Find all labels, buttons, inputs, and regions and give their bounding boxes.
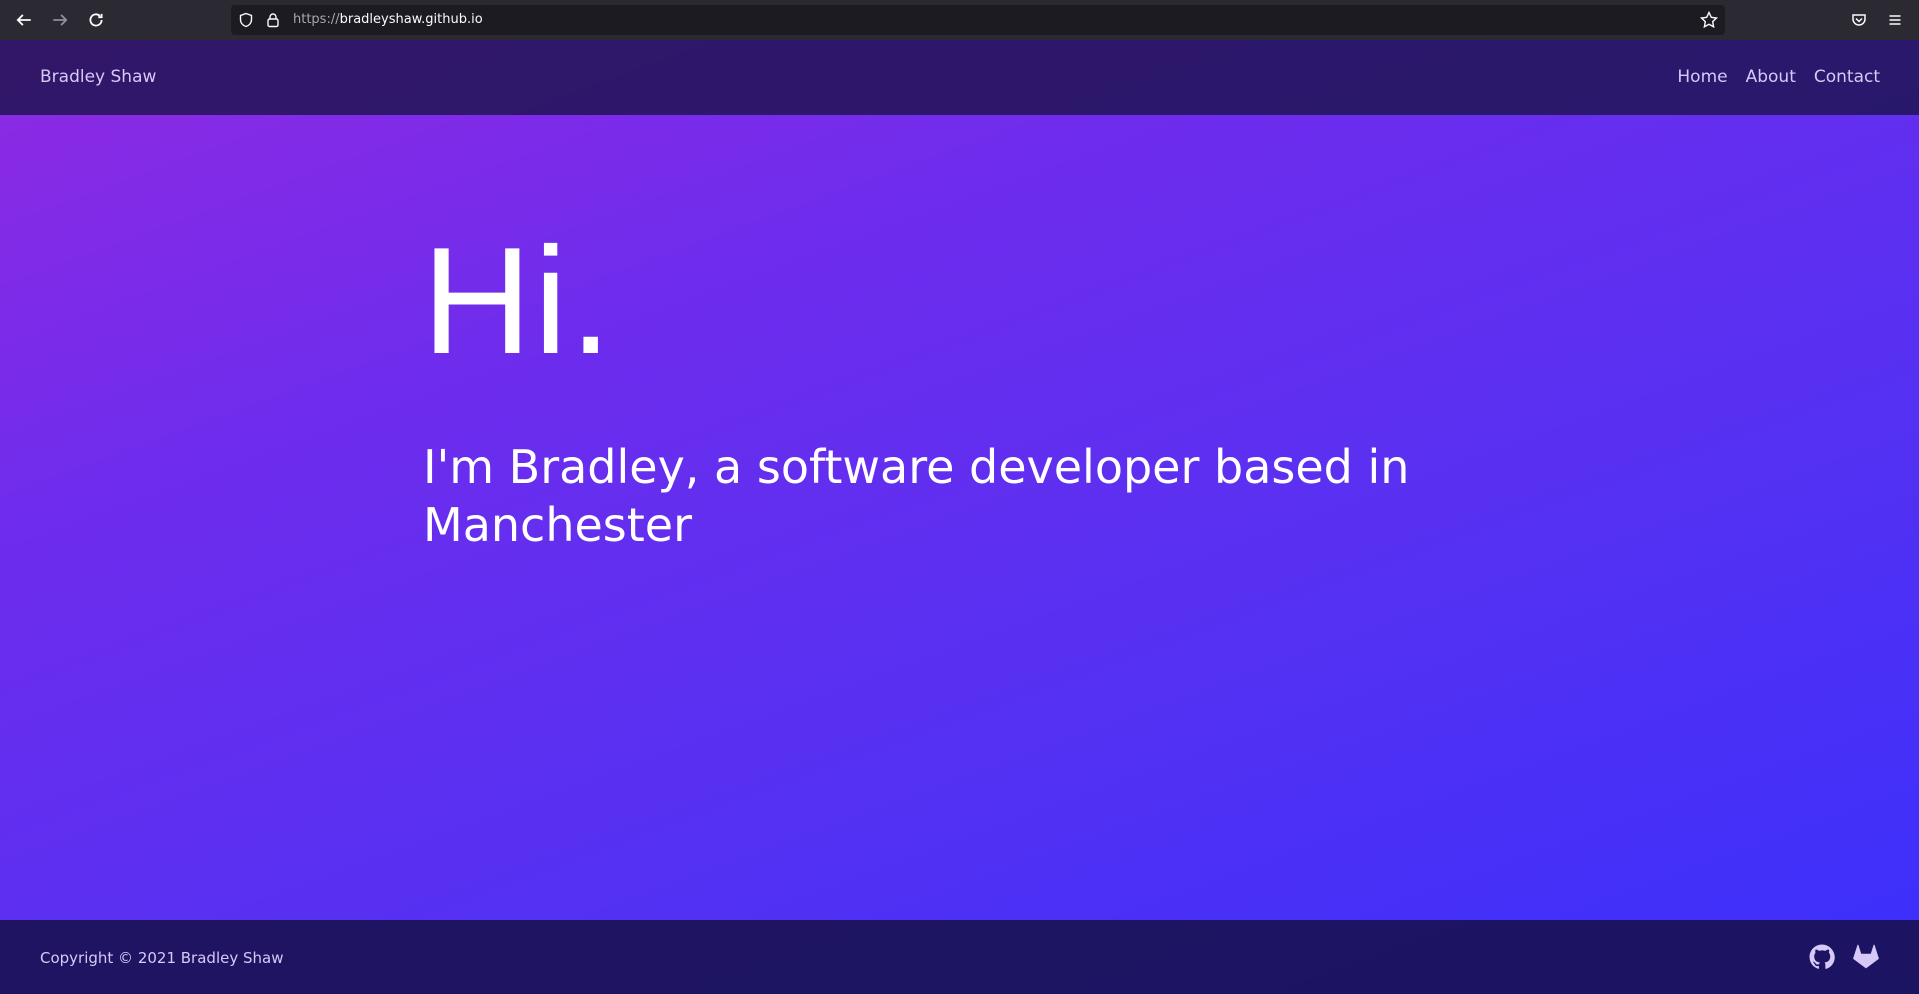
hero-subtitle: I'm Bradley, a software developer based …	[423, 440, 1410, 552]
nav-link-home[interactable]: Home	[1677, 67, 1727, 87]
url-protocol: https://	[293, 12, 340, 27]
tracking-shield-icon[interactable]	[237, 11, 255, 29]
nav-link-about[interactable]: About	[1746, 67, 1796, 87]
browser-toolbar: https://bradleyshaw.github.io	[0, 0, 1919, 40]
lock-icon[interactable]	[264, 11, 282, 29]
github-icon[interactable]	[1809, 944, 1835, 970]
hamburger-menu-icon[interactable]	[1885, 10, 1905, 30]
forward-arrow-icon[interactable]	[48, 8, 72, 32]
site-brand-link[interactable]: Bradley Shaw	[40, 67, 156, 87]
url-text[interactable]: https://bradleyshaw.github.io	[293, 12, 483, 27]
nav-links: Home About Contact	[1677, 67, 1880, 87]
url-bar[interactable]: https://bradleyshaw.github.io	[231, 5, 1725, 35]
site-footer: Copyright © 2021 Bradley Shaw	[0, 920, 1919, 994]
page-content: Bradley Shaw Home About Contact Hi. I'm …	[0, 40, 1919, 994]
hero-title: Hi.	[422, 216, 614, 386]
nav-link-contact[interactable]: Contact	[1814, 67, 1880, 87]
social-links	[1809, 944, 1879, 970]
url-host: bradleyshaw.github.io	[339, 12, 483, 27]
gitlab-icon[interactable]	[1853, 944, 1879, 970]
reload-icon[interactable]	[84, 8, 108, 32]
back-arrow-icon[interactable]	[12, 8, 36, 32]
site-navbar: Bradley Shaw Home About Contact	[0, 40, 1919, 115]
star-icon[interactable]	[1699, 10, 1719, 30]
copyright-text: Copyright © 2021 Bradley Shaw	[40, 949, 284, 967]
pocket-icon[interactable]	[1849, 10, 1869, 30]
